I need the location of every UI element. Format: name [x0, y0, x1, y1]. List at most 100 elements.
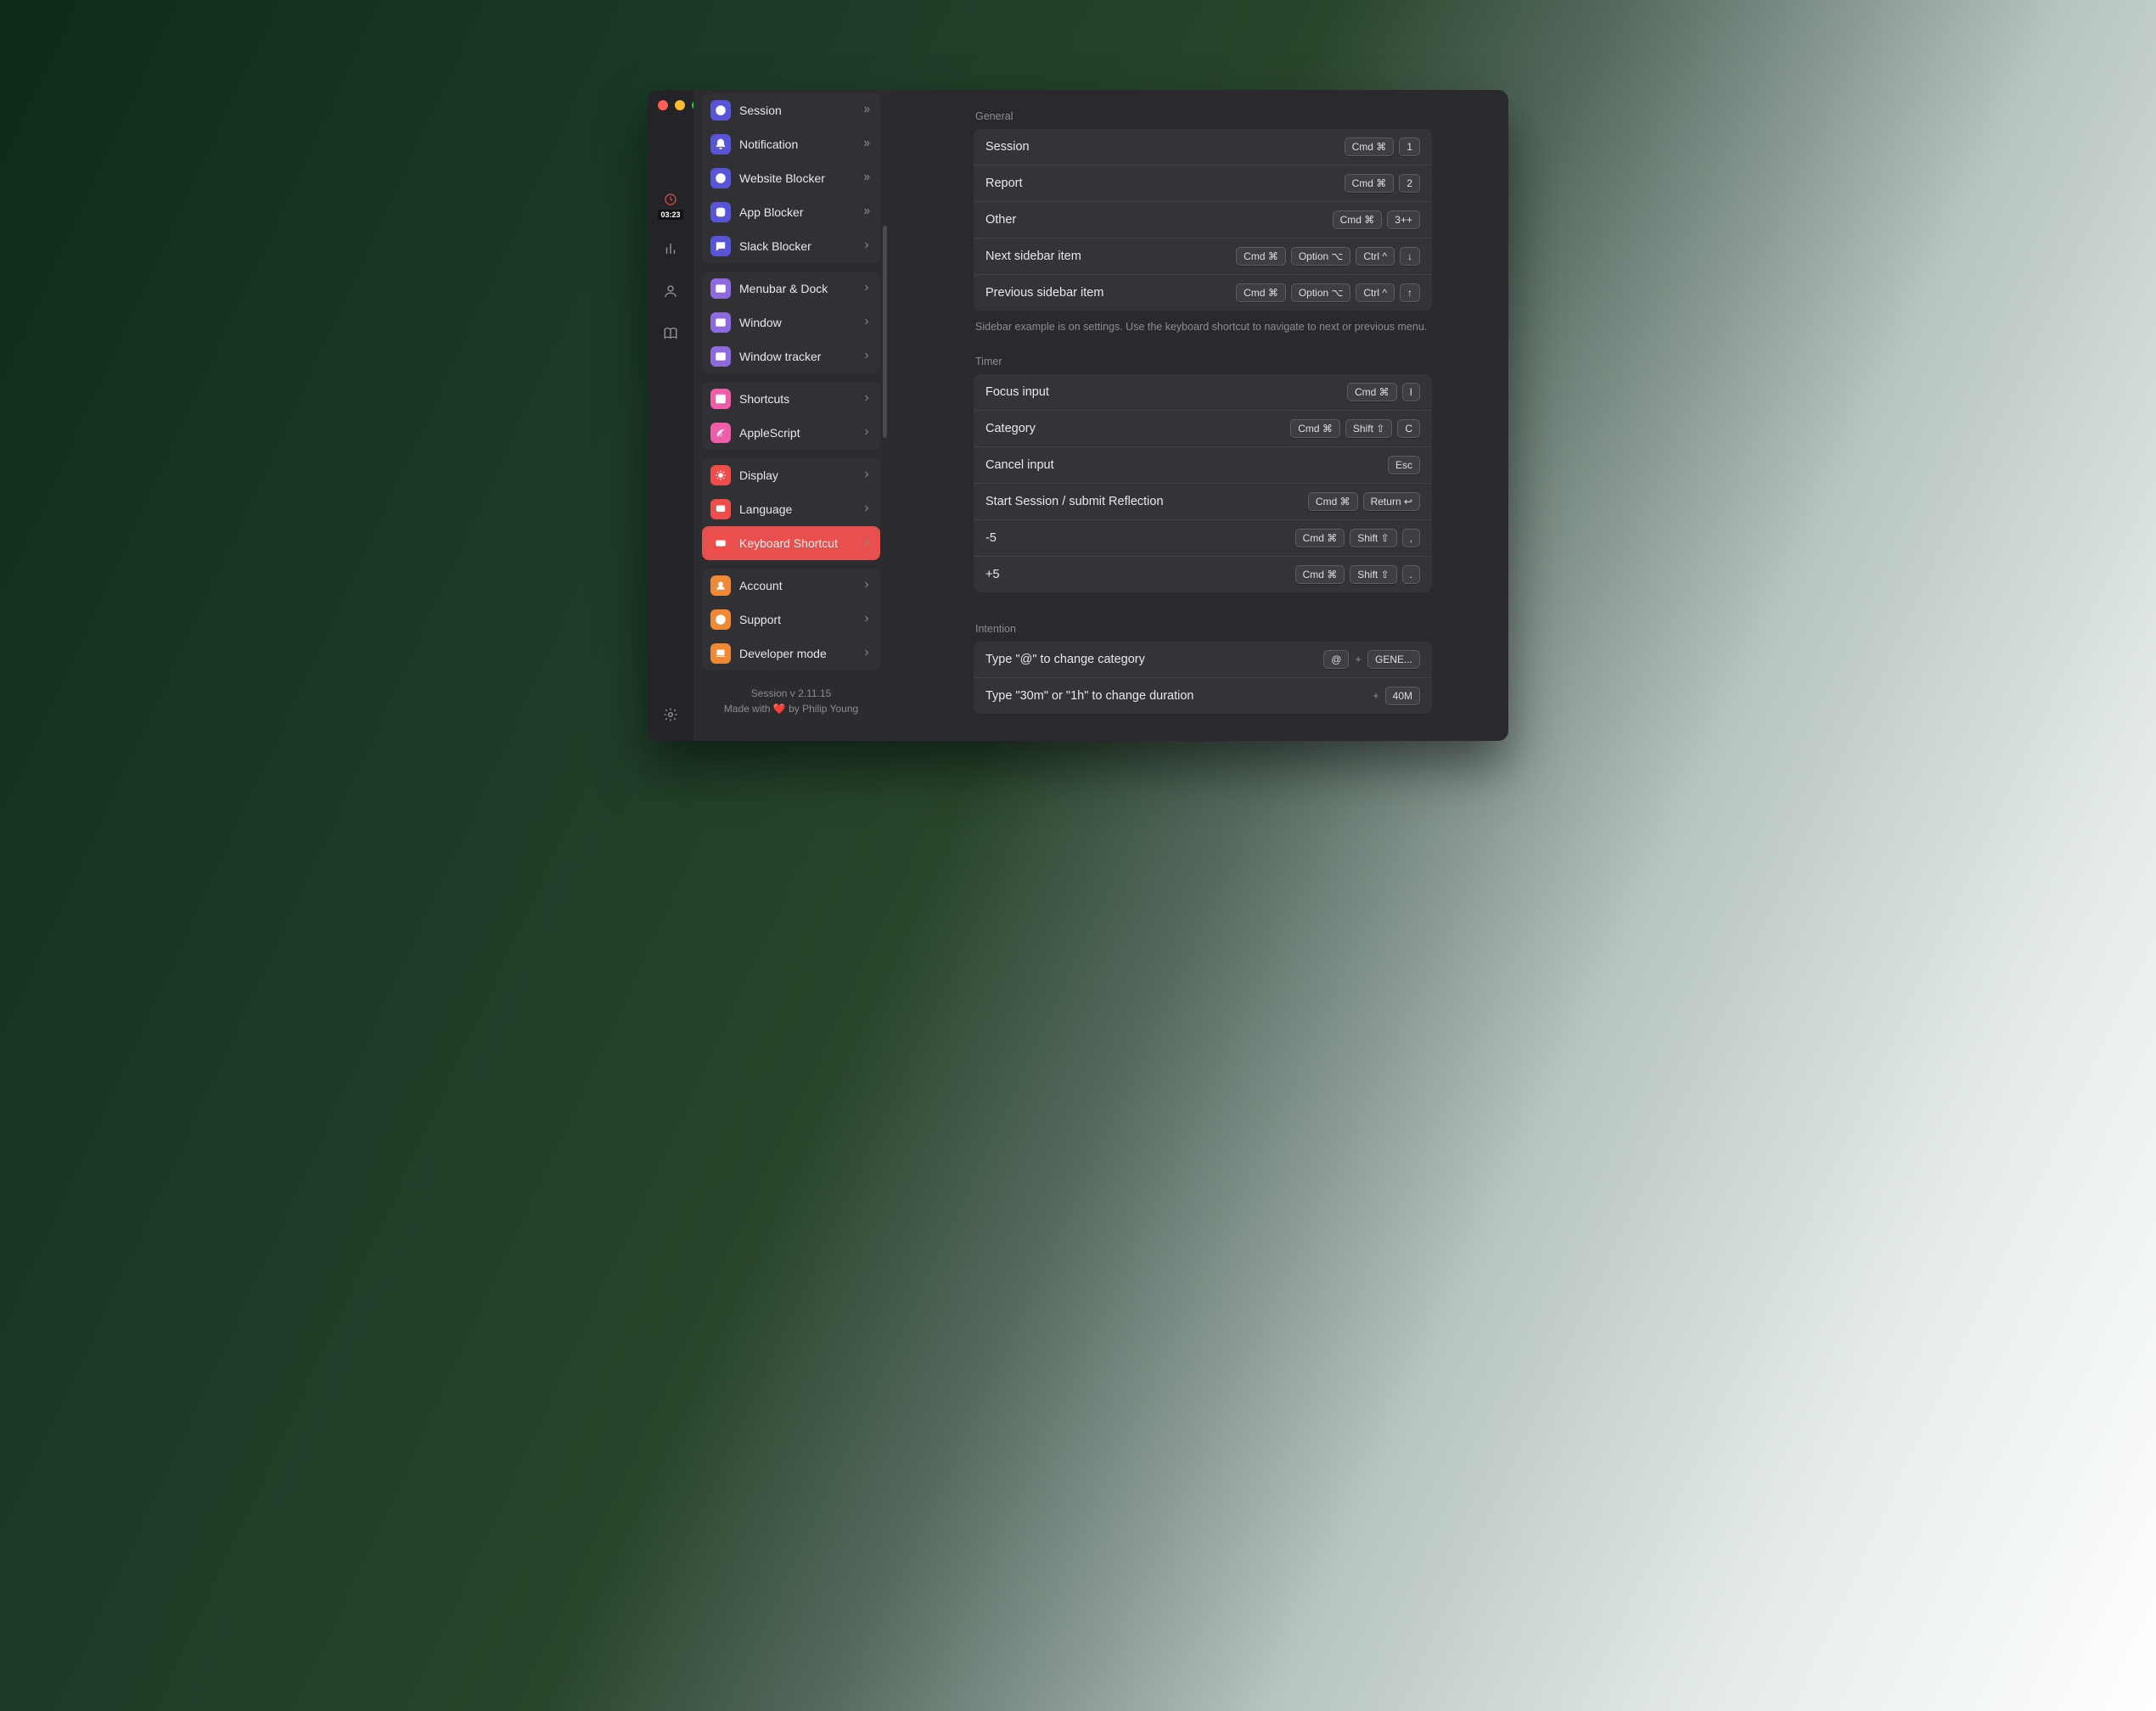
gear-icon [663, 707, 678, 722]
shortcut-row: -5Cmd ⌘Shift ⇧, [974, 519, 1432, 556]
key-cap: Cmd ⌘ [1308, 492, 1358, 511]
shortcut-keys: Cmd ⌘Option ⌥Ctrl ^↑ [1236, 283, 1420, 302]
shortcut-row: Start Session / submit ReflectionCmd ⌘Re… [974, 483, 1432, 519]
shortcut-keys: Esc [1388, 456, 1420, 474]
sidebar-item-window-tracker[interactable]: Window tracker [702, 339, 880, 373]
sidebar-item-display[interactable]: Display [702, 458, 880, 492]
chevron-double-right-icon [862, 137, 872, 151]
key-cap: 3++ [1387, 210, 1420, 229]
rail-timer[interactable]: 03:23 [654, 190, 687, 222]
key-cap: 2 [1399, 174, 1420, 193]
sidebar-item-label: Developer mode [739, 647, 853, 660]
shortcut-row: Next sidebar itemCmd ⌘Option ⌥Ctrl ^↓ [974, 238, 1432, 274]
window-icon [710, 346, 731, 367]
chevron-right-icon [862, 536, 872, 550]
sidebar-item-website-blocker[interactable]: Website Blocker [702, 161, 880, 195]
shortcut-label: Category [985, 422, 1036, 435]
sidebar-item-developer-mode[interactable]: Developer mode [702, 637, 880, 670]
user-icon [663, 283, 678, 299]
section-card-timer: Focus inputCmd ⌘ICategoryCmd ⌘Shift ⇧CCa… [974, 374, 1432, 592]
chevron-right-icon [862, 392, 872, 406]
sidebar-item-label: App Blocker [739, 205, 853, 219]
key-cap: 1 [1399, 137, 1420, 156]
sidebar-item-label: Keyboard Shortcut [739, 536, 853, 550]
key-cap: . [1402, 565, 1420, 584]
shortcut-keys: Cmd ⌘1 [1345, 137, 1420, 156]
sidebar-item-session[interactable]: Session [702, 93, 880, 127]
key-cap: Shift ⇧ [1350, 529, 1396, 547]
plus-separator: + [1354, 653, 1362, 665]
key-cap: Cmd ⌘ [1236, 283, 1286, 302]
app-version: Session v 2.11.15 [702, 686, 880, 701]
chevron-right-icon [862, 316, 872, 329]
settings-content: GeneralSessionCmd ⌘1ReportCmd ⌘2OtherCmd… [889, 90, 1508, 741]
key-cap: Option ⌥ [1291, 247, 1351, 266]
app-window: 03:23 Session NotificationWebsite Blocker… [648, 90, 1508, 741]
sidebar-item-shortcuts[interactable]: Shortcuts [702, 382, 880, 416]
shortcut-row: Category Cmd ⌘Shift ⇧C [974, 410, 1432, 446]
shortcut-keys: Cmd ⌘I [1347, 383, 1420, 401]
laptop-icon [710, 643, 731, 664]
sidebar-footer: Session v 2.11.15 Made with ❤️ by Philip… [702, 679, 880, 720]
shortcut-keys: @+GENE... [1323, 650, 1420, 669]
sidebar-item-label: Session [739, 104, 853, 117]
clock-icon [710, 100, 731, 121]
nav-rail: 03:23 [648, 90, 693, 741]
key-cap: Cmd ⌘ [1290, 419, 1340, 438]
shortcut-keys: Cmd ⌘Option ⌥Ctrl ^↓ [1236, 247, 1420, 266]
shortcut-row: Previous sidebar itemCmd ⌘Option ⌥Ctrl ^… [974, 274, 1432, 311]
shortcut-keys: Cmd ⌘Return ↩︎ [1308, 492, 1420, 511]
chevron-right-icon [862, 239, 872, 253]
key-cap: Shift ⇧ [1350, 565, 1396, 584]
sidebar-item-window[interactable]: Window [702, 306, 880, 339]
sidebar-item-notification[interactable]: Notification [702, 127, 880, 161]
rail-library[interactable] [654, 317, 687, 350]
shortcut-label: Report [985, 177, 1023, 190]
shortcut-row: Cancel inputEsc [974, 446, 1432, 483]
rail-reports[interactable] [654, 233, 687, 265]
lang-icon [710, 499, 731, 519]
shortcut-row: SessionCmd ⌘1 [974, 129, 1432, 165]
chevron-double-right-icon [862, 171, 872, 185]
key-cap: I [1402, 383, 1420, 401]
section-title-intention: Intention [975, 623, 1432, 635]
sidebar-item-menubar-dock[interactable]: Menubar & Dock [702, 272, 880, 306]
key-cap: ↑ [1400, 283, 1420, 302]
key-cap: Cmd ⌘ [1295, 565, 1345, 584]
chat-icon [710, 236, 731, 256]
rail-settings[interactable] [654, 698, 687, 731]
chevron-right-icon [862, 468, 872, 482]
minimize-icon[interactable] [675, 100, 685, 110]
sidebar-item-keyboard-shortcut[interactable]: Keyboard Shortcut [702, 526, 880, 560]
sidebar-item-account[interactable]: Account [702, 569, 880, 603]
bell-icon [710, 134, 731, 154]
chevron-right-icon [862, 579, 872, 592]
sidebar-item-label: Slack Blocker [739, 239, 853, 253]
key-cap: GENE... [1367, 650, 1420, 669]
bar-chart-icon [663, 241, 678, 256]
terminal-icon [710, 389, 731, 409]
sidebar-item-language[interactable]: Language [702, 492, 880, 526]
sidebar-item-label: Window tracker [739, 350, 853, 363]
chevron-right-icon [862, 613, 872, 626]
keyboard-icon [710, 533, 731, 553]
sidebar-scrollbar[interactable] [883, 226, 887, 438]
sidebar-item-slack-blocker[interactable]: Slack Blocker [702, 229, 880, 263]
shortcut-row: Type "30m" or "1h" to change duration+40… [974, 677, 1432, 714]
window-icon [710, 312, 731, 333]
shortcut-keys: Cmd ⌘Shift ⇧C [1290, 419, 1420, 438]
key-cap: Ctrl ^ [1356, 247, 1395, 266]
rail-profile[interactable] [654, 275, 687, 307]
section-hint-general: Sidebar example is on settings. Use the … [975, 319, 1430, 335]
section-title-timer: Timer [975, 356, 1432, 367]
close-icon[interactable] [658, 100, 668, 110]
key-cap: Cmd ⌘ [1345, 174, 1395, 193]
sidebar-item-app-blocker[interactable]: App Blocker [702, 195, 880, 229]
plus-separator: + [1372, 689, 1380, 702]
sidebar-item-applescript[interactable]: f(x)AppleScript [702, 416, 880, 450]
sidebar-item-support[interactable]: Support [702, 603, 880, 637]
book-icon [663, 326, 678, 341]
sidebar-item-label: Language [739, 502, 853, 516]
key-cap: Option ⌥ [1291, 283, 1351, 302]
shortcut-row: Type "@" to change category@+GENE... [974, 642, 1432, 677]
